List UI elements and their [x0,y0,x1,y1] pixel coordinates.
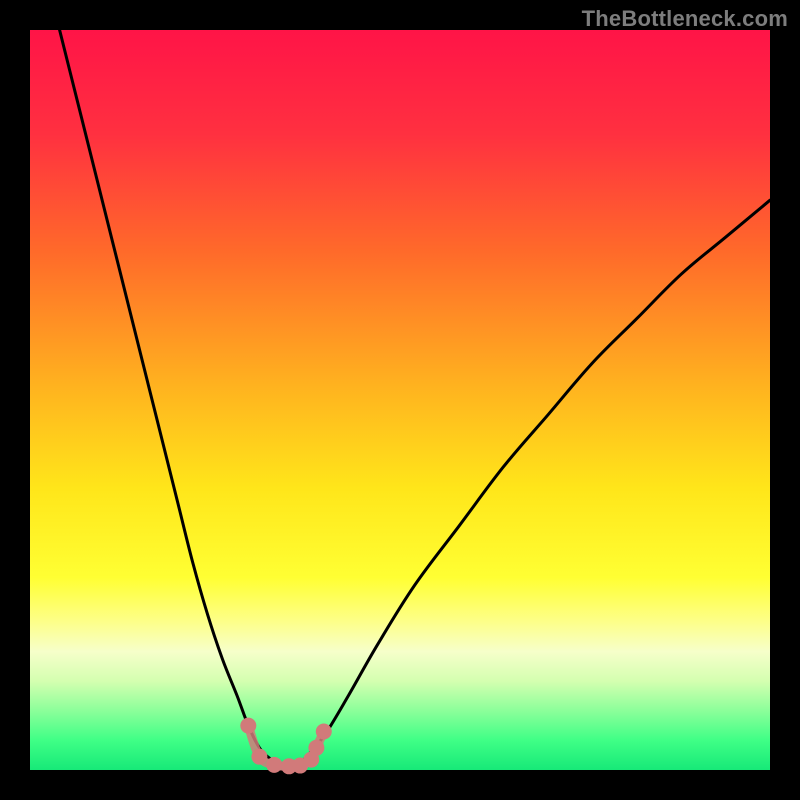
chart-svg [30,30,770,770]
valley-marker [266,757,282,773]
valley-marker [316,724,332,740]
valley-marker-group [240,718,331,775]
valley-marker [240,718,256,734]
plot-area [30,30,770,770]
right-curve [289,200,770,766]
valley-marker [251,749,267,765]
chart-frame: TheBottleneck.com [0,0,800,800]
watermark-text: TheBottleneck.com [582,6,788,32]
valley-marker [308,740,324,756]
left-curve [60,30,289,766]
